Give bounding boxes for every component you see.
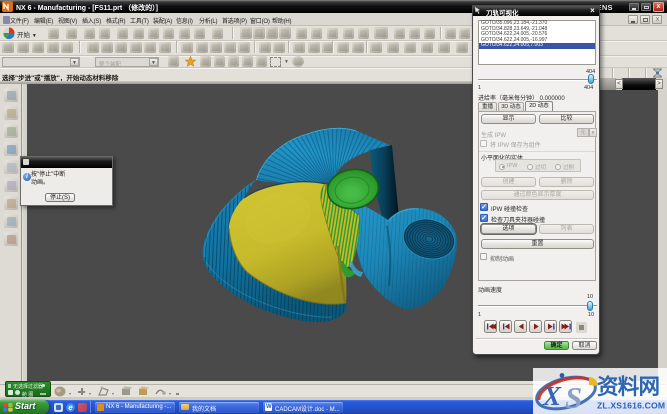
svg-text:资料网: 资料网 <box>597 375 660 399</box>
svg-text:ZL.XS1616.COM: ZL.XS1616.COM <box>597 401 665 411</box>
svg-text:S: S <box>565 380 582 414</box>
svg-text:X: X <box>542 381 562 411</box>
